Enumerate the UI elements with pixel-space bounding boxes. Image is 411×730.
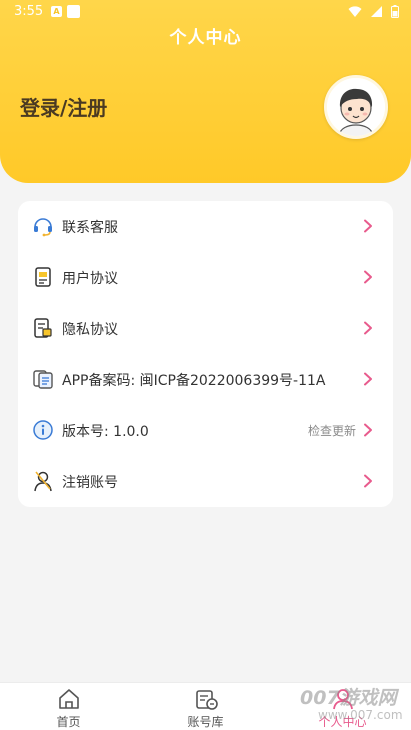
home-icon xyxy=(59,689,79,709)
menu-label: 用户协议 xyxy=(62,271,118,287)
menu-label: 隐私协议 xyxy=(62,322,118,338)
document-icon xyxy=(35,267,51,287)
menu-item-contact-service[interactable]: 联系客服 xyxy=(18,201,393,252)
menu-label: APP备案码: 闽ICP备2022006399号-11A xyxy=(62,373,326,389)
wifi-icon xyxy=(348,6,362,17)
chevron-right-icon xyxy=(364,270,372,284)
menu-item-user-agreement[interactable]: 用户协议 xyxy=(18,252,393,303)
menu-label: 版本号: 1.0.0 xyxy=(62,424,149,440)
chevron-right-icon xyxy=(364,321,372,335)
watermark-text: 007游戏网 xyxy=(300,687,397,709)
tab-home[interactable]: 首页 xyxy=(0,683,137,730)
copy-document-icon xyxy=(33,370,53,389)
tab-label: 首页 xyxy=(56,715,81,729)
chevron-right-icon xyxy=(364,423,372,437)
headset-icon xyxy=(34,218,52,237)
chevron-right-icon xyxy=(364,474,372,488)
login-register-link[interactable]: 登录/注册 xyxy=(20,92,107,121)
signal-icon xyxy=(370,6,382,17)
status-icons xyxy=(344,5,399,19)
menu-item-app-filing[interactable]: APP备案码: 闽ICP备2022006399号-11A xyxy=(18,354,393,405)
tab-account-library[interactable]: 账号库 xyxy=(137,683,274,730)
chevron-right-icon xyxy=(364,372,372,386)
menu-label: 注销账号 xyxy=(62,475,118,491)
notification-square-icon xyxy=(67,5,80,18)
notification-a-icon: A xyxy=(51,6,62,17)
chevron-right-icon xyxy=(364,219,372,233)
watermark-subtext: www.007.com xyxy=(318,708,403,722)
menu-item-delete-account[interactable]: 注销账号 xyxy=(18,456,393,507)
privacy-document-icon xyxy=(34,318,52,338)
status-time: 3:55 xyxy=(14,4,44,19)
account-library-icon xyxy=(196,690,218,710)
tab-label: 账号库 xyxy=(187,715,224,729)
status-bar: 3:55 A xyxy=(0,0,411,24)
avatar[interactable] xyxy=(324,75,388,139)
menu-item-version[interactable]: 版本号: 1.0.0 检查更新 xyxy=(18,405,393,456)
menu-item-privacy-agreement[interactable]: 隐私协议 xyxy=(18,303,393,354)
check-update-link[interactable]: 检查更新 xyxy=(308,422,356,439)
info-icon xyxy=(33,420,53,440)
avatar-boy-icon xyxy=(327,78,385,136)
page-title: 个人中心 xyxy=(169,28,242,48)
battery-icon xyxy=(391,5,399,18)
menu-label: 联系客服 xyxy=(62,220,118,236)
settings-menu: 联系客服 用户协议 隐私协议 APP备案码: 闽ICP备2022006399号-… xyxy=(18,201,393,507)
user-cancel-icon xyxy=(34,471,52,492)
